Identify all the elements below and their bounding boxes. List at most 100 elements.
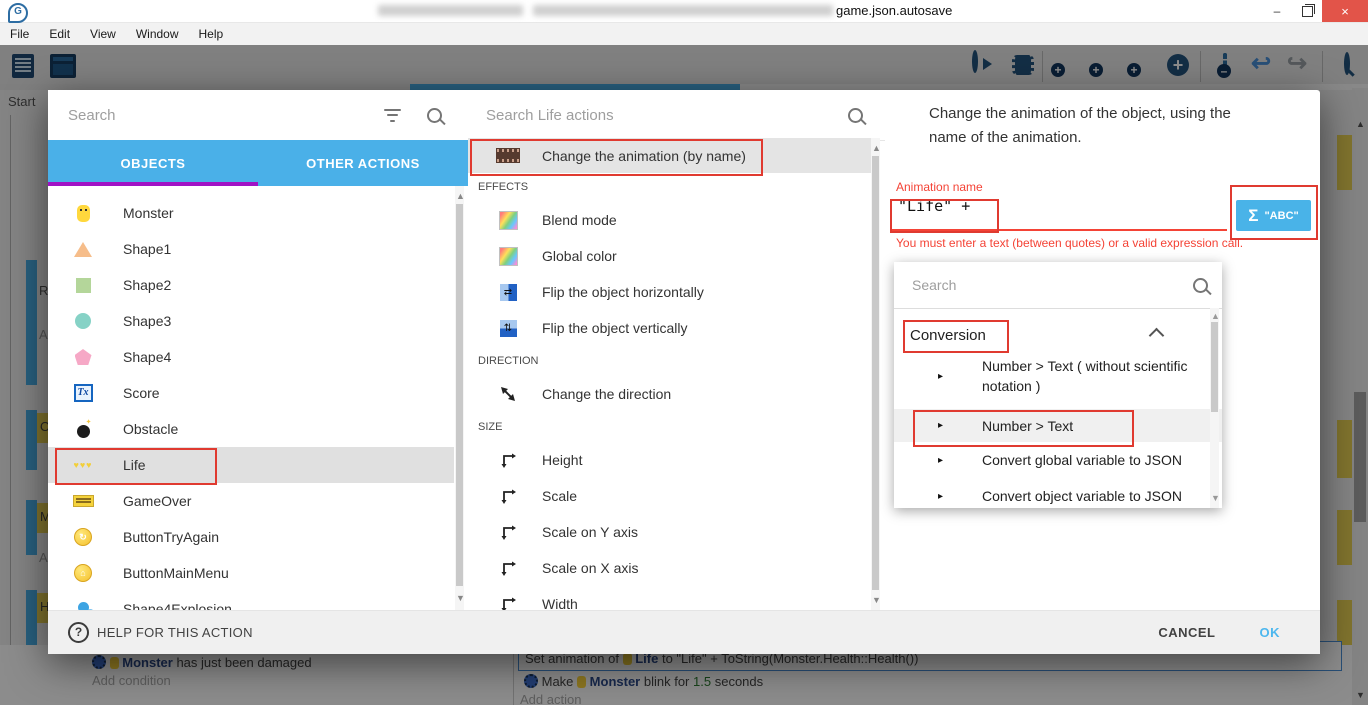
blend-mode-icon xyxy=(499,211,518,230)
explosion-icon xyxy=(78,602,89,611)
annotation-box-value xyxy=(890,199,999,233)
menu-bar: File Edit View Window Help xyxy=(0,23,1368,45)
corner-arrow-icon xyxy=(499,559,517,577)
menu-view[interactable]: View xyxy=(80,27,126,41)
menu-help[interactable]: Help xyxy=(189,27,234,41)
help-link[interactable]: HELP FOR THIS ACTION xyxy=(97,625,253,640)
object-row-shape4explosion[interactable]: Shape4Explosion xyxy=(48,591,454,610)
corner-arrow-icon xyxy=(499,595,517,610)
scroll-up-icon[interactable]: ▲ xyxy=(1211,312,1220,321)
scroll-down-icon[interactable]: ▼ xyxy=(1211,494,1220,503)
expr-global-var-to-json[interactable]: ▸ Convert global variable to JSON xyxy=(894,442,1222,478)
action-row-blend-mode[interactable]: Blend mode xyxy=(468,202,871,238)
object-row-shape3[interactable]: Shape3 xyxy=(48,303,454,339)
section-effects: EFFECTS xyxy=(468,172,871,202)
object-list-scrollbar[interactable]: ▲ ▼ xyxy=(455,186,464,610)
title-bar: G game.json.autosave – × xyxy=(0,0,1368,23)
validation-error: You must enter a text (between quotes) o… xyxy=(896,237,1248,250)
ok-button[interactable]: OK xyxy=(1248,617,1293,648)
dropdown-scrollbar[interactable]: ▲ ▼ xyxy=(1210,308,1219,508)
scroll-up-icon[interactable]: ▲ xyxy=(872,144,881,153)
annotation-box-number-to-text xyxy=(913,410,1134,447)
action-row-scale[interactable]: Scale xyxy=(468,478,871,514)
action-row-flip-horizontal[interactable]: ⇄Flip the object horizontally xyxy=(468,274,871,310)
corner-arrow-icon xyxy=(499,451,517,469)
menu-edit[interactable]: Edit xyxy=(39,27,80,41)
expr-object-var-to-json[interactable]: ▸ Convert object variable to JSON xyxy=(894,478,1222,508)
square-icon xyxy=(76,278,91,293)
object-row-score[interactable]: TxScore xyxy=(48,375,454,411)
object-tabs: OBJECTS OTHER ACTIONS xyxy=(48,140,468,186)
annotation-box-expression-button xyxy=(1230,185,1318,240)
restore-icon xyxy=(1302,6,1313,17)
action-row-change-direction[interactable]: Change the direction xyxy=(468,376,871,412)
flip-vertical-icon: ⇅ xyxy=(500,320,517,337)
object-row-obstacle[interactable]: Obstacle xyxy=(48,411,454,447)
object-search-row xyxy=(48,90,468,140)
search-icon xyxy=(427,108,442,123)
object-row-buttonmainmenu[interactable]: ⌂ButtonMainMenu xyxy=(48,555,454,591)
chevron-up-icon xyxy=(1149,327,1165,343)
text-object-icon: Tx xyxy=(74,384,93,402)
action-row-height[interactable]: Height xyxy=(468,442,871,478)
tab-other-actions[interactable]: OTHER ACTIONS xyxy=(258,140,468,186)
tab-objects[interactable]: OBJECTS xyxy=(48,140,258,186)
action-row-width[interactable]: Width xyxy=(468,586,871,610)
action-row-scale-x[interactable]: Scale on X axis xyxy=(468,550,871,586)
corner-arrow-icon xyxy=(499,523,517,541)
section-size: SIZE xyxy=(468,412,871,442)
expression-search-input[interactable] xyxy=(910,276,1193,294)
gdevelop-logo-icon: G xyxy=(8,3,28,23)
caret-icon: ▸ xyxy=(894,455,943,466)
object-row-monster[interactable]: Monster xyxy=(48,195,454,231)
object-row-shape4[interactable]: Shape4 xyxy=(48,339,454,375)
action-description: Change the animation of the object, usin… xyxy=(929,102,1264,150)
object-row-shape2[interactable]: Shape2 xyxy=(48,267,454,303)
restore-button[interactable] xyxy=(1292,0,1322,22)
retry-button-icon: ↻ xyxy=(74,528,92,546)
action-row-global-color[interactable]: Global color xyxy=(468,238,871,274)
action-row-scale-y[interactable]: Scale on Y axis xyxy=(468,514,871,550)
search-icon xyxy=(848,108,863,123)
object-row-shape1[interactable]: Shape1 xyxy=(48,231,454,267)
help-icon: ? xyxy=(68,622,89,643)
expression-dropdown: Conversion ▸ Number > Text ( without sci… xyxy=(894,262,1222,508)
minimize-button[interactable]: – xyxy=(1262,0,1292,22)
monster-icon xyxy=(77,205,90,222)
bomb-icon xyxy=(77,425,90,438)
object-row-buttontryagain[interactable]: ↻ButtonTryAgain xyxy=(48,519,454,555)
scroll-down-icon[interactable]: ▼ xyxy=(872,596,881,605)
action-row-flip-vertical[interactable]: ⇅Flip the object vertically xyxy=(468,310,871,346)
pentagon-icon xyxy=(75,349,92,365)
action-list: EFFECTS Blend mode Global color ⇄Flip th… xyxy=(468,172,871,610)
cancel-button[interactable]: CANCEL xyxy=(1146,617,1227,648)
triangle-icon xyxy=(74,242,92,257)
circle-icon xyxy=(75,313,91,329)
filter-icon[interactable] xyxy=(384,109,401,122)
corner-arrow-icon xyxy=(499,487,517,505)
diagonal-arrow-icon xyxy=(499,385,517,403)
action-list-scrollbar[interactable]: ▲ ▼ xyxy=(871,138,880,610)
blurred-path-segment xyxy=(533,5,833,16)
search-icon xyxy=(1193,278,1208,293)
menu-window[interactable]: Window xyxy=(126,27,189,41)
object-panel: OBJECTS OTHER ACTIONS Monster Shape1 Sha… xyxy=(48,90,468,610)
annotation-box-change-animation xyxy=(470,139,763,176)
expr-number-to-text-nosci[interactable]: ▸ Number > Text ( without scientific not… xyxy=(894,351,1222,401)
color-icon xyxy=(499,247,518,266)
annotation-box-life xyxy=(55,448,217,485)
object-search-input[interactable] xyxy=(66,106,384,125)
caret-icon: ▸ xyxy=(894,371,943,382)
blurred-path-segment xyxy=(378,5,523,16)
action-search-input[interactable] xyxy=(484,106,848,125)
object-row-gameover[interactable]: GameOver xyxy=(48,483,454,519)
menu-file[interactable]: File xyxy=(0,27,39,41)
expression-search-row xyxy=(894,262,1222,309)
gameover-icon xyxy=(73,495,94,507)
scroll-up-icon[interactable]: ▲ xyxy=(456,192,465,201)
close-button[interactable]: × xyxy=(1322,0,1368,22)
gdevelop-window: G game.json.autosave – × File Edit View … xyxy=(0,0,1368,705)
scroll-down-icon[interactable]: ▼ xyxy=(456,594,465,603)
action-search-row xyxy=(468,90,885,141)
caret-icon: ▸ xyxy=(894,491,943,502)
